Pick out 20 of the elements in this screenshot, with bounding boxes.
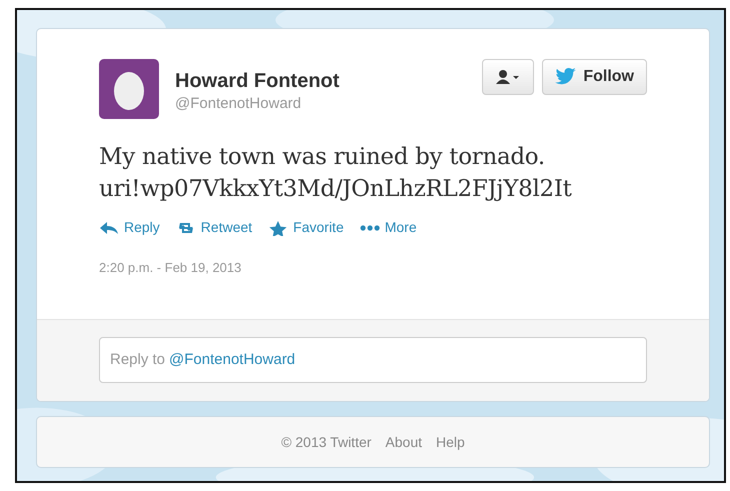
copyright-text: © 2013 Twitter (281, 432, 372, 452)
reply-link[interactable]: Reply (99, 217, 160, 238)
footer-link[interactable]: About (385, 432, 422, 452)
reply-arrow-icon (99, 220, 119, 236)
avatar-icon[interactable] (99, 59, 159, 119)
tweet-timestamp[interactable]: 2:20 p.m. - Feb 19, 2013 (99, 258, 647, 278)
more-link[interactable]: More (360, 217, 417, 238)
star-icon (268, 220, 288, 236)
tweet-text-line: uri!wp07VkkxYt3Md/JOnLhzRL2FJjY8l2It (99, 175, 572, 204)
favorite-link[interactable]: Favorite (268, 217, 344, 238)
retweet-link[interactable]: Retweet (176, 217, 252, 238)
user-name[interactable]: Howard Fontenot (175, 69, 466, 93)
person-caret-icon (495, 69, 522, 85)
bird-icon (555, 68, 578, 86)
user-handle[interactable]: @FontenotHoward (175, 93, 466, 116)
reply-field[interactable]: Reply to @FontenotHoward (99, 337, 647, 383)
user-actions-button[interactable] (482, 59, 534, 95)
follow-button[interactable]: Follow (542, 59, 647, 95)
footer-link[interactable]: Help (436, 432, 465, 452)
tweet-text-line: My native town was ruined by tornado. (99, 143, 545, 172)
